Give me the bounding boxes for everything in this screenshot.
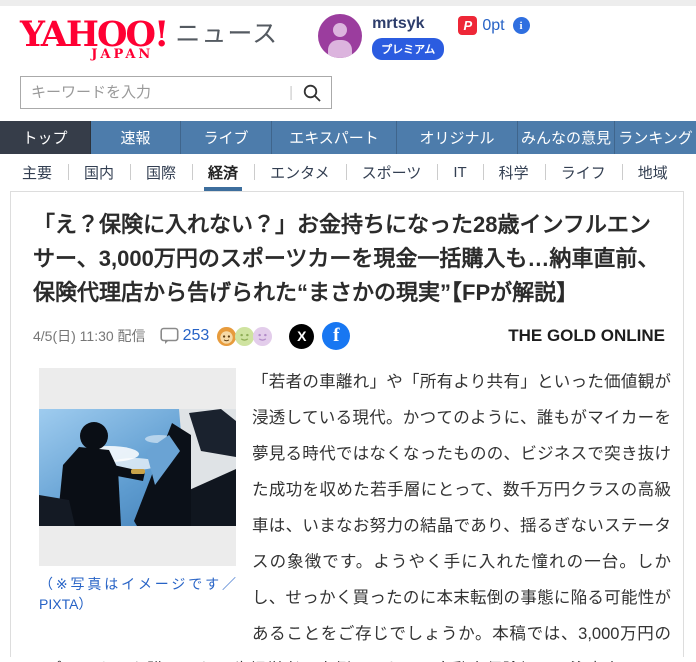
search-icon bbox=[303, 84, 321, 102]
article-meta-row: 4/5(日) 11:30 配信 253 X f THE GOLD ONLINE bbox=[11, 318, 683, 350]
main-nav: トップ 速報 ライブ エキスパート オリジナル みんなの意見 ランキング bbox=[0, 121, 696, 154]
publish-date: 4/5(日) 11:30 配信 bbox=[33, 328, 146, 344]
paypay-points[interactable]: P 0pt i bbox=[458, 16, 530, 35]
news-service-label: ニュース bbox=[175, 20, 279, 48]
user-meta: mrtsyk プレミアム bbox=[372, 14, 445, 60]
comment-count: 253 bbox=[182, 327, 210, 344]
tab-live[interactable]: ライブ bbox=[181, 121, 272, 154]
category-kokunai[interactable]: 国内 bbox=[68, 154, 130, 191]
category-chiiki[interactable]: 地域 bbox=[621, 154, 684, 191]
article-title: 「え？保険に入れない？」お金持ちになった28歳インフルエンサー、3,000万円の… bbox=[33, 212, 660, 305]
paypay-icon: P bbox=[458, 16, 478, 35]
category-it[interactable]: IT bbox=[437, 154, 482, 191]
search-button[interactable] bbox=[293, 77, 331, 108]
tab-expert[interactable]: エキスパート bbox=[272, 121, 397, 154]
search-input[interactable] bbox=[21, 84, 290, 101]
reaction-emoji-new-view-icon[interactable] bbox=[252, 326, 273, 347]
site-header: YAHOO! JAPAN ニュース mrtsyk プレミアム P 0pt i bbox=[0, 6, 696, 68]
username[interactable]: mrtsyk bbox=[372, 14, 444, 34]
user-area: mrtsyk プレミアム P 0pt i bbox=[318, 14, 530, 60]
premium-badge[interactable]: プレミアム bbox=[372, 38, 445, 60]
article-card: 「え？保険に入れない？」お金持ちになった28歳インフルエンサー、3,000万円の… bbox=[10, 191, 684, 662]
comment-link[interactable]: 253 bbox=[159, 327, 210, 345]
points-value: 0pt bbox=[482, 16, 505, 34]
category-shuyo[interactable]: 主要 bbox=[6, 154, 68, 191]
comment-bubble-icon bbox=[159, 327, 179, 344]
category-entame[interactable]: エンタメ bbox=[254, 154, 346, 191]
category-sports[interactable]: スポーツ bbox=[345, 154, 438, 191]
publisher-logo[interactable]: THE GOLD ONLINE bbox=[508, 326, 665, 346]
tab-opinions[interactable]: みんなの意見 bbox=[518, 121, 615, 154]
tab-original[interactable]: オリジナル bbox=[397, 121, 518, 154]
article-body-section: （※写真はイメージです／PIXTA） 「若者の車離れ」や「所有より共有」といった… bbox=[11, 350, 683, 662]
tab-top[interactable]: トップ bbox=[0, 121, 91, 154]
meta-left: 4/5(日) 11:30 配信 253 X f bbox=[33, 322, 351, 350]
info-icon[interactable]: i bbox=[512, 17, 530, 34]
category-life[interactable]: ライフ bbox=[544, 154, 622, 191]
article-image-frame[interactable] bbox=[39, 368, 236, 566]
article-photo bbox=[39, 408, 236, 526]
category-kokusai[interactable]: 国際 bbox=[130, 154, 192, 191]
article-figure: （※写真はイメージです／PIXTA） bbox=[39, 368, 236, 614]
tab-sokuho[interactable]: 速報 bbox=[91, 121, 181, 154]
share-x-button[interactable]: X bbox=[289, 323, 315, 349]
image-caption[interactable]: （※写真はイメージです／PIXTA） bbox=[39, 574, 236, 614]
avatar-person-icon bbox=[333, 23, 348, 37]
avatar-person-icon-body bbox=[328, 40, 353, 58]
reaction-emojis bbox=[217, 326, 273, 347]
category-nav: 主要 国内 国際 経済 エンタメ スポーツ IT 科学 ライフ 地域 bbox=[0, 154, 696, 191]
tab-ranking[interactable]: ランキング bbox=[615, 121, 696, 154]
yahoo-logo: YAHOO! JAPAN bbox=[20, 17, 169, 63]
search-box: | bbox=[20, 76, 332, 109]
category-kagaku[interactable]: 科学 bbox=[482, 154, 545, 191]
yahoo-japan-news-logo[interactable]: YAHOO! JAPAN ニュース bbox=[20, 14, 279, 63]
user-avatar[interactable] bbox=[318, 14, 363, 58]
category-keizai[interactable]: 経済 bbox=[192, 154, 254, 191]
share-facebook-button[interactable]: f bbox=[322, 322, 351, 350]
search-row: | bbox=[0, 68, 696, 121]
